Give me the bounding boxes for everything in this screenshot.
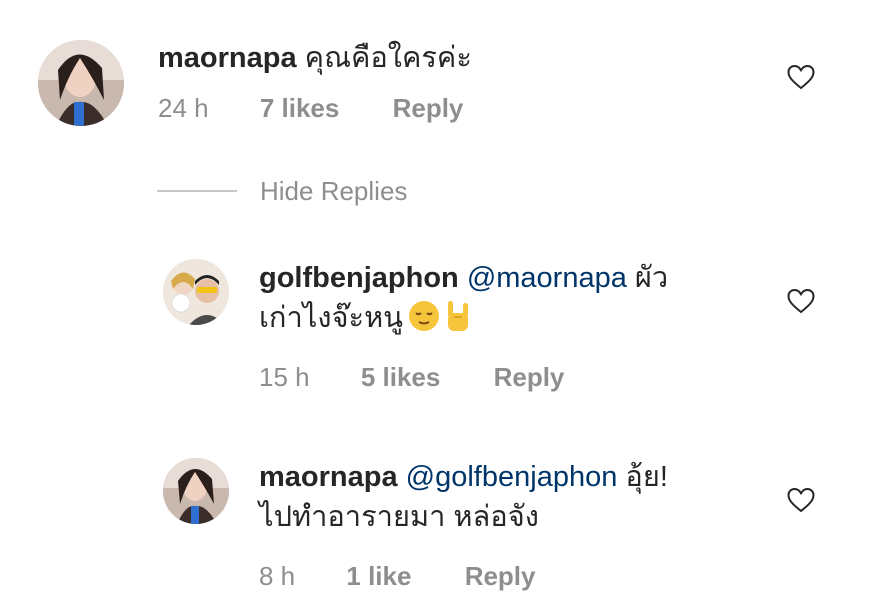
comment-text: maornapa @golfbenjaphon อุ้ย! ไปทำอารายม…	[259, 457, 759, 537]
heart-icon[interactable]	[787, 487, 815, 513]
comment-line-1: golfbenjaphon @maornapa ผัว	[259, 258, 759, 298]
reply-button[interactable]: Reply	[393, 93, 464, 123]
avatar-image	[163, 458, 229, 524]
hide-replies-label[interactable]: Hide Replies	[260, 176, 407, 207]
comment-likes-count[interactable]: 7 likes	[260, 93, 340, 123]
comment-message: คุณคือใครค่ะ	[304, 42, 472, 74]
avatar[interactable]	[38, 40, 124, 126]
comment-meta: 24 h 7 likes Reply	[158, 93, 463, 123]
comment-text: maornapa คุณคือใครค่ะ	[158, 38, 758, 78]
comment-likes-count[interactable]: 5 likes	[361, 362, 441, 392]
comment-mention[interactable]: @maornapa	[467, 262, 627, 294]
comment-line-2: เก่าไงจ๊ะหนู	[259, 298, 759, 344]
comment-message-part1: อุ้ย!	[625, 461, 668, 493]
avatar-image	[38, 40, 124, 126]
comment-mention[interactable]: @golfbenjaphon	[406, 461, 618, 493]
avatar[interactable]	[163, 259, 229, 325]
comment-text: golfbenjaphon @maornapa ผัว เก่าไงจ๊ะหนู	[259, 258, 759, 344]
avatar-image	[163, 259, 229, 325]
rock-on-hand-emoji	[445, 299, 471, 344]
comment-line-2: ไปทำอารายมา หล่อจัง	[259, 497, 759, 537]
comment-meta: 8 h 1 like Reply	[259, 561, 536, 591]
comment-username[interactable]: maornapa	[259, 461, 398, 493]
heart-icon[interactable]	[787, 64, 815, 90]
comment-likes-count[interactable]: 1 like	[346, 561, 411, 591]
comment-username[interactable]: golfbenjaphon	[259, 262, 459, 294]
reply-button[interactable]: Reply	[494, 362, 565, 392]
comment-meta: 15 h 5 likes Reply	[259, 362, 564, 392]
relieved-face-emoji	[407, 299, 441, 344]
comment-message-part2: เก่าไงจ๊ะหนู	[259, 302, 404, 334]
reply-button[interactable]: Reply	[465, 561, 536, 591]
divider-line	[157, 190, 237, 192]
comment-line-1: maornapa @golfbenjaphon อุ้ย!	[259, 457, 759, 497]
comment-timestamp: 24 h	[158, 93, 209, 123]
comment-timestamp: 8 h	[259, 561, 296, 591]
hide-replies-toggle[interactable]: Hide Replies	[157, 176, 407, 206]
heart-icon[interactable]	[787, 288, 815, 314]
comment-message-part2: ไปทำอารายมา หล่อจัง	[259, 501, 539, 533]
comment-username[interactable]: maornapa	[158, 42, 297, 74]
comment-timestamp: 15 h	[259, 362, 310, 392]
comment-message-part1: ผัว	[634, 262, 669, 294]
avatar[interactable]	[163, 458, 229, 524]
